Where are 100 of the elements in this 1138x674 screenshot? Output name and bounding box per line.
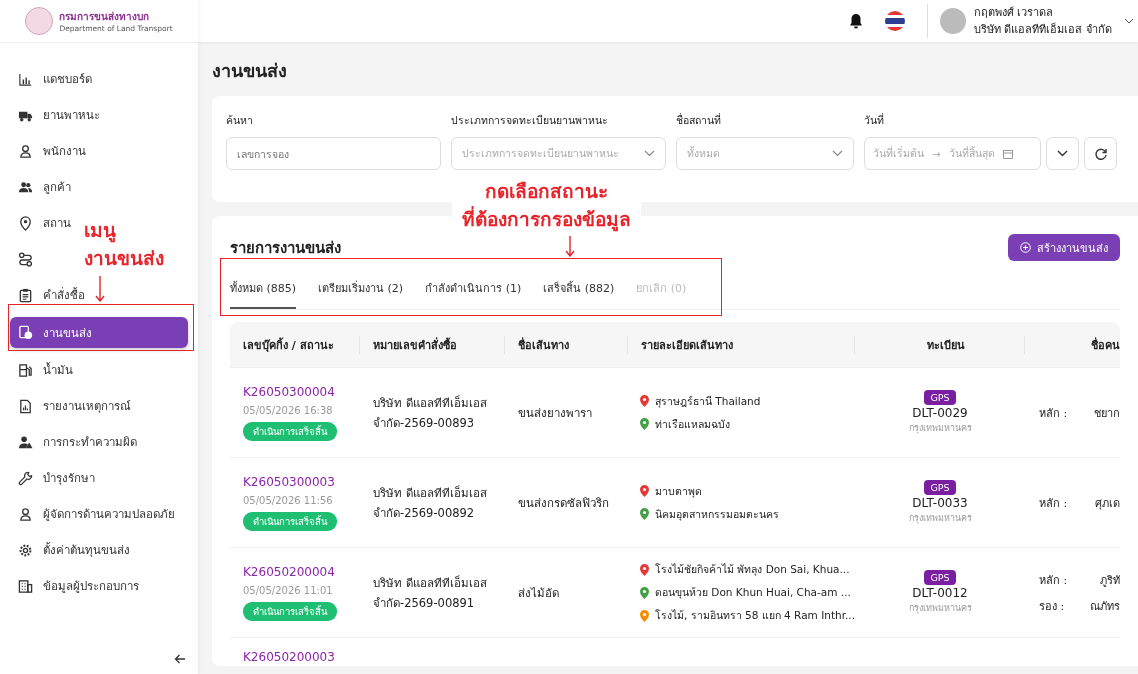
warning-person-icon — [18, 434, 33, 450]
sidebar-item[interactable]: รายงานเหตุการณ์ — [10, 392, 139, 420]
status-tab[interactable]: เตรียมเริ่มงาน (2) — [318, 269, 404, 309]
field-label: ชื่อสถานที่ — [676, 112, 722, 128]
driver-role: หลัก : — [1039, 405, 1068, 422]
status-tab[interactable]: เสร็จสิ้น (882) — [543, 269, 615, 309]
sidebar-item[interactable]: ลูกค้า — [10, 173, 79, 201]
sidebar-item[interactable]: ข้อมูลผู้ประกอบการ — [10, 572, 147, 600]
sidebar-item[interactable]: บำรุงรักษา — [10, 464, 103, 492]
refresh-button[interactable] — [1084, 137, 1117, 170]
status-tab[interactable]: ทั้งหมด (885) — [230, 269, 297, 309]
people-icon — [18, 179, 33, 195]
user-company: บริษัท ดีแอลทีทีเอ็มเอส จำกัด — [974, 21, 1112, 38]
driver-role: หลัก : — [1039, 572, 1068, 589]
fuel-icon — [18, 362, 33, 378]
page-title: งานขนส่ง — [212, 59, 288, 82]
sidebar-item[interactable]: ตั้งค่าต้นทุนขนส่ง — [10, 536, 138, 564]
gear-icon — [18, 542, 33, 558]
license-plate: DLT-0033 — [912, 496, 968, 510]
annotation-text: เมนู งานขนส่ง — [83, 218, 165, 271]
search-field[interactable]: เลขการจอง — [226, 137, 441, 170]
sidebar-item[interactable]: แดชบอร์ด — [10, 65, 100, 93]
refresh-icon — [1094, 147, 1107, 160]
booking-code-link[interactable]: K26050200003 — [243, 650, 335, 664]
bell-icon[interactable] — [849, 13, 863, 29]
gps-badge: GPS — [924, 480, 956, 495]
route-name: ขนส่งกรดซัลฟิวริก — [517, 494, 610, 512]
order-number: บริษัท ดีแอลทีทีเอ็มเอส จำกัด-2569-00893 — [372, 394, 488, 432]
collapse-arrow-icon[interactable] — [174, 654, 186, 664]
driver-name: ณภัทร — [1089, 598, 1120, 615]
building-icon — [18, 578, 33, 594]
chevron-down-icon — [832, 150, 843, 157]
delivery-icon — [18, 325, 33, 340]
sidebar-item[interactable]: ผู้จัดการด้านความปลอดภัย — [10, 500, 183, 528]
order-number: บริษัท ดีแอลทีทีเอ็มเอส จำกัด-2569-00892 — [372, 484, 488, 522]
booking-code-link[interactable]: K26050300003 — [243, 474, 360, 489]
license-plate: DLT-0012 — [912, 586, 968, 600]
status-badge: ดำเนินการเสร็จสิ้น — [243, 421, 337, 441]
field-label: ค้นหา — [226, 113, 254, 128]
sidebar-item[interactable]: สถาน — [10, 209, 79, 237]
field-label: วันที่ — [864, 112, 885, 128]
status-badge: ดำเนินการเสร็จสิ้น — [243, 601, 337, 621]
column-header: ชื่อคน — [1090, 336, 1120, 354]
column-header: หมายเลขคำสั่งซื้อ — [360, 335, 505, 354]
annotation-arrow — [565, 236, 575, 257]
sidebar-item[interactable]: น้ำมัน — [10, 356, 81, 384]
route-stop: มาบตาพุด — [655, 483, 702, 500]
plate-province: กรุงเทพมหานคร — [908, 602, 972, 615]
expand-button[interactable] — [1046, 137, 1079, 170]
route-name: ส่งไม้อัด — [517, 584, 560, 602]
driver-role: หลัก : — [1039, 495, 1068, 512]
plate-province: กรุงเทพมหานคร — [908, 422, 972, 435]
status-tab[interactable]: กำลังดำเนินการ (1) — [425, 269, 522, 309]
license-plate: DLT-0029 — [912, 406, 968, 420]
driver-name: ชยาก — [1093, 405, 1120, 422]
column-header: เลขบุ๊คกิ้ง / สถานะ — [230, 335, 360, 354]
booking-datetime: 05/05/2026 11:01 — [243, 584, 334, 596]
sidebar-item[interactable]: การกระทำความผิด — [10, 428, 145, 456]
route-icon — [18, 251, 33, 267]
wrench-icon — [18, 470, 33, 486]
sidebar-item[interactable]: พนักงาน — [10, 137, 94, 165]
clipboard-icon — [18, 287, 33, 303]
column-header: รายละเอียดเส้นทาง — [628, 335, 855, 354]
thai-flag-icon[interactable] — [885, 11, 905, 31]
booking-datetime: 05/05/2026 11:56 — [243, 494, 334, 506]
gps-badge: GPS — [924, 570, 956, 585]
column-header: ชื่อเส้นทาง — [505, 335, 628, 354]
sidebar-item[interactable]: งานขนส่ง — [10, 317, 188, 348]
booking-code-link[interactable]: K26050200004 — [243, 564, 360, 579]
pin-icon — [18, 215, 33, 231]
field-label: ประเภทการจดทะเบียนยานพาหนะ — [451, 113, 609, 128]
driver-role: รอง : — [1039, 598, 1066, 615]
sidebar-item[interactable]: คำสั่งซื้อ — [10, 281, 93, 309]
calendar-icon — [1002, 148, 1013, 159]
report-icon — [18, 398, 33, 414]
booking-code-link[interactable]: K26050300004 — [243, 384, 360, 399]
department-seal-icon — [25, 7, 54, 35]
driver-name: ภูริทั — [1099, 572, 1120, 589]
logo-title: กรมการขนส่งทางบก — [59, 10, 151, 24]
route-stop: โรงไม้ชัยกิจค้าไม้ พัทลุง Don Sai, Khua... — [655, 562, 850, 578]
annotation-arrow — [95, 276, 105, 302]
gps-badge: GPS — [924, 390, 956, 405]
create-button[interactable]: สร้างงานขนส่ง — [1008, 234, 1120, 261]
order-number: บริษัท ดีแอลทีทีเอ็มเอส จำกัด-2569-00891 — [372, 574, 488, 612]
route-stop: ดอนขุนห้วย Don Khun Huai, Cha-am ... — [655, 585, 851, 601]
sidebar-item[interactable]: ยานพาหนะ — [10, 101, 108, 129]
person-icon — [18, 506, 33, 522]
booking-datetime: 05/05/2026 16:38 — [243, 404, 334, 416]
list-title: รายการงานขนส่ง — [230, 237, 341, 259]
route-stop: ท่าเรือแหลมฉบัง — [655, 416, 730, 432]
plus-circle-icon — [1020, 242, 1031, 253]
driver-name: ศุภเด — [1094, 495, 1120, 512]
route-stop: โรงไม้, รามอินทรา 58 แยก 4 Ram Inthr... — [655, 608, 856, 623]
person-icon — [18, 143, 33, 159]
caret-icon[interactable] — [1124, 18, 1134, 24]
route-stop: นิคมอุตสาหกรรมอมตะนคร — [655, 506, 779, 523]
chart-icon — [18, 71, 33, 87]
chevron-down-icon — [644, 150, 655, 157]
route-stop: สุราษฎร์ธานี Thailand — [655, 393, 761, 410]
chevron-down-icon — [1057, 150, 1068, 157]
